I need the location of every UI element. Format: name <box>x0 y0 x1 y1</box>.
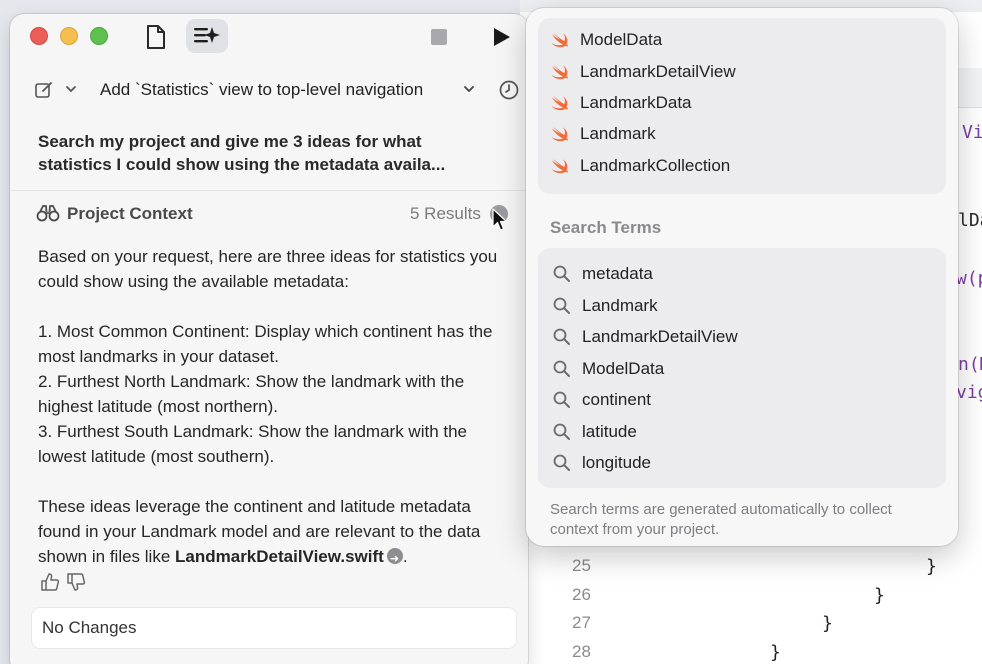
file-name: LandmarkCollection <box>580 156 731 175</box>
search-terms-list: metadata Landmark LandmarkDetailView Mod… <box>538 248 946 488</box>
code-brace: } <box>770 642 781 663</box>
file-name: ModelData <box>580 30 663 49</box>
code-line: 26 } <box>520 585 982 613</box>
search-term-item[interactable]: metadata <box>552 260 653 288</box>
code-line: 28 } <box>520 642 982 664</box>
history-clock-icon[interactable] <box>498 79 520 101</box>
context-results-popover: ModelData LandmarkDetailView LandmarkDat… <box>526 8 958 546</box>
search-term-item[interactable]: LandmarkDetailView <box>552 323 738 351</box>
search-term-item[interactable]: latitude <box>552 418 637 446</box>
chevron-down-icon[interactable] <box>462 82 478 98</box>
code-line: 25 } <box>520 556 982 584</box>
conversation-toolbar: Add `Statistics` view to top-level navig… <box>10 70 528 110</box>
search-term: metadata <box>582 264 653 283</box>
line-number: 26 <box>572 585 591 604</box>
user-message: Search my project and give me 3 ideas fo… <box>38 130 498 176</box>
search-term: LandmarkDetailView <box>582 327 738 346</box>
changes-bar[interactable]: No Changes <box>32 608 516 648</box>
window-minimize-button[interactable] <box>60 27 78 45</box>
search-term: longitude <box>582 453 652 472</box>
file-link[interactable]: LandmarkDetailView.swift <box>175 547 384 566</box>
project-context-label: Project Context <box>67 204 193 223</box>
answer-period: . <box>402 547 408 566</box>
context-file-item[interactable]: LandmarkData <box>550 89 692 117</box>
stop-icon[interactable] <box>430 28 448 46</box>
user-message-line: statistics I could show using the metada… <box>38 155 446 174</box>
magnifier-icon <box>553 328 570 345</box>
context-files-list: ModelData LandmarkDetailView LandmarkDat… <box>538 18 946 194</box>
magnifier-icon <box>553 360 570 377</box>
line-number: 28 <box>572 642 591 661</box>
code-fragment: vig <box>956 382 982 403</box>
magnifier-icon <box>553 391 570 408</box>
code-fragment: w(p <box>956 268 982 289</box>
code-brace: } <box>874 585 885 606</box>
context-file-item[interactable]: LandmarkDetailView <box>550 58 736 86</box>
line-number: 27 <box>572 613 591 632</box>
code-fragment: n(M <box>958 354 982 375</box>
sparkle-icon[interactable] <box>186 19 228 53</box>
swift-file-icon <box>551 95 569 111</box>
conversation-title[interactable]: Add `Statistics` view to top-level navig… <box>100 80 423 100</box>
search-term-item[interactable]: ModelData <box>552 355 664 383</box>
search-term: ModelData <box>582 359 665 378</box>
chevron-down-icon[interactable] <box>64 82 80 98</box>
search-term: latitude <box>582 422 637 441</box>
idea-item: 2. Furthest North Landmark: Show the lan… <box>38 372 465 416</box>
assistant-answer: Based on your request, here are three id… <box>38 244 510 572</box>
swift-file-icon <box>551 64 569 80</box>
answer-paragraph: These ideas leverage the continent and l… <box>38 494 510 572</box>
context-file-item[interactable]: Landmark <box>550 120 656 148</box>
thumbs-down-icon[interactable] <box>66 572 88 594</box>
file-name: Landmark <box>580 124 656 143</box>
swift-file-icon <box>551 32 569 48</box>
search-term-item[interactable]: Landmark <box>552 292 658 320</box>
answer-paragraph: Based on your request, here are three id… <box>38 247 498 291</box>
file-name: LandmarkDetailView <box>580 62 736 81</box>
play-icon[interactable] <box>490 26 512 48</box>
swift-file-icon <box>551 126 569 142</box>
search-term-item[interactable]: continent <box>552 386 651 414</box>
context-file-item[interactable]: LandmarkCollection <box>550 152 730 180</box>
search-term: Landmark <box>582 296 658 315</box>
document-icon[interactable] <box>144 24 168 50</box>
magnifier-icon <box>553 297 570 314</box>
code-fragment: lDa <box>958 210 982 231</box>
user-message-line: Search my project and give me 3 ideas fo… <box>38 132 422 151</box>
mouse-pointer-icon <box>492 208 508 231</box>
context-file-item[interactable]: ModelData <box>550 26 662 54</box>
search-term: continent <box>582 390 651 409</box>
compose-icon[interactable] <box>34 80 54 100</box>
code-brace: } <box>822 613 833 634</box>
window-zoom-button[interactable] <box>90 27 108 45</box>
search-term-item[interactable]: longitude <box>552 449 651 477</box>
search-terms-footnote: Search terms are generated automatically… <box>550 501 892 538</box>
idea-item: 1. Most Common Continent: Display which … <box>38 322 493 366</box>
binoculars-icon <box>36 204 60 224</box>
search-terms-heading: Search Terms <box>550 218 662 237</box>
results-count[interactable]: 5 Results <box>410 204 481 224</box>
idea-item: 3. Furthest South Landmark: Show the lan… <box>38 422 468 466</box>
magnifier-icon <box>553 265 570 282</box>
line-number: 25 <box>572 556 591 575</box>
swift-file-icon <box>551 158 569 174</box>
code-line: 27 } <box>520 613 982 641</box>
code-brace: } <box>926 556 937 577</box>
thumbs-up-icon[interactable] <box>40 572 62 594</box>
assistant-panel: Add `Statistics` view to top-level navig… <box>10 14 528 664</box>
window-close-button[interactable] <box>30 27 48 45</box>
magnifier-icon <box>553 454 570 471</box>
project-context-row[interactable]: Project Context 5 Results <box>10 190 528 236</box>
open-file-icon[interactable] <box>386 547 403 572</box>
file-name: LandmarkData <box>580 93 692 112</box>
code-fragment: Vi <box>962 122 982 143</box>
magnifier-icon <box>553 423 570 440</box>
feedback-buttons <box>40 572 100 596</box>
